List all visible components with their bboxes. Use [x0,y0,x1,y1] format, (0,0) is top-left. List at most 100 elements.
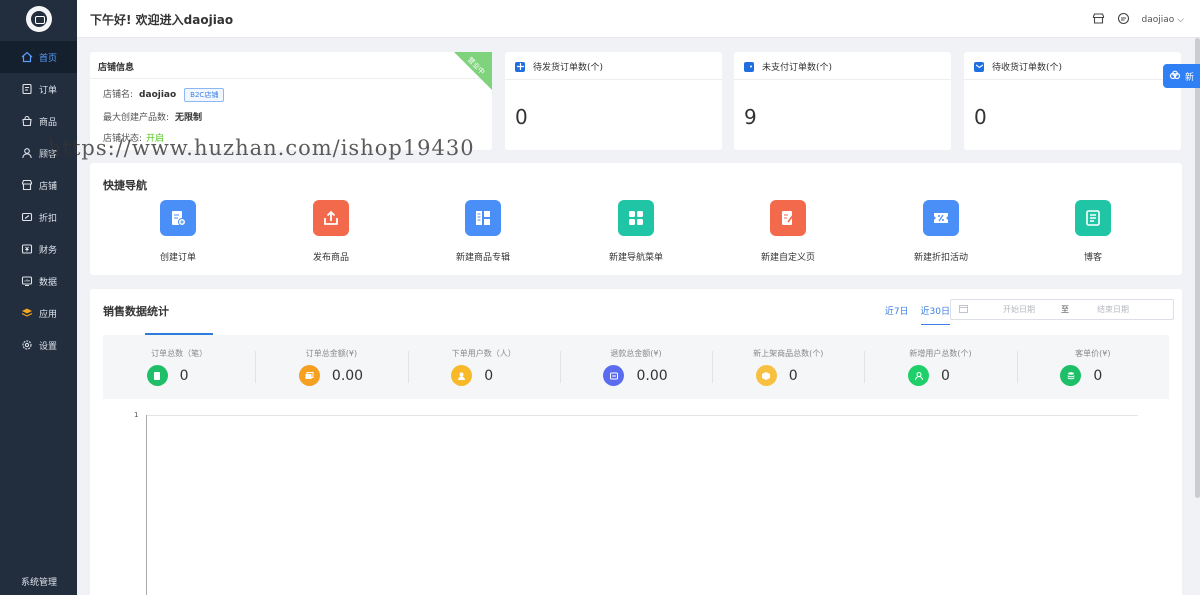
date-tabs: 近7日 近30日 [885,304,950,325]
metric-value: 0.00 [636,367,668,384]
metric-value: 0 [179,367,189,384]
floating-help-button[interactable]: 新 [1163,64,1200,88]
blog-icon [1075,200,1111,236]
quick-new-discount[interactable]: 新建折扣活动 [891,200,991,263]
logo-icon [31,11,47,27]
tab-7-days[interactable]: 近7日 [885,304,909,325]
sidebar-item-label: 商品 [39,117,58,128]
stat-card-unpaid[interactable]: 未支付订单数(个) 9 [734,52,951,150]
store-name-label: 店铺名: [103,90,134,100]
order-icon [21,83,33,95]
upload-icon [313,200,349,236]
floating-button-label: 新 [1185,72,1195,83]
metric-value: 0 [941,367,950,384]
store-name-row: 店铺名: daojiao B2C店铺 [103,87,225,102]
quick-nav-title: 快捷导航 [103,179,147,192]
sidebar-nav: 首页 订单 商品 顾客 店铺 折扣 财务 数据 应用 设置 [0,41,77,361]
sidebar-item-label: 设置 [39,341,58,352]
user-icon [21,147,33,159]
quick-nav-label: 发布商品 [312,253,349,263]
new-user-icon [908,365,930,386]
logo[interactable] [26,6,52,32]
sidebar-item-apps[interactable]: 应用 [0,297,77,329]
cloud-icon [1169,70,1181,83]
quick-blog[interactable]: 博客 [1043,200,1143,263]
quick-new-album[interactable]: 新建商品专辑 [433,200,533,263]
sidebar-item-order[interactable]: 订单 [0,73,77,105]
metrics-bar: 订单总数（笔） 0 订单总金额(¥) 0.00 下单用户数（人） 0 退款总金额… [103,335,1169,399]
sidebar-item-data[interactable]: 数据 [0,265,77,297]
store-name: daojiao [139,90,177,100]
chevron-down-icon: ⌵ [1177,15,1184,25]
metric-label: 客单价(¥) [1075,349,1111,358]
user-menu[interactable]: daojiao ⌵ [1142,15,1184,25]
username: daojiao [1141,15,1175,25]
quick-nav-label: 新建导航菜单 [608,253,663,263]
sidebar-item-home[interactable]: 首页 [0,41,77,73]
stat-value: 0 [974,105,987,129]
metric-label: 订单总金额(¥) [305,349,358,358]
sidebar-item-label: 应用 [39,309,58,320]
system-management-link[interactable]: 系统管理 [21,575,57,588]
stat-card-pending-shipment[interactable]: 待发货订单数(个) 0 [505,52,722,150]
sidebar-item-finance[interactable]: 财务 [0,233,77,265]
store-type-badge: B2C店铺 [184,88,225,102]
date-range-picker[interactable]: 开始日期 至 结束日期 [950,299,1174,320]
sidebar-item-discount[interactable]: 折扣 [0,201,77,233]
stat-card-pending-receipt[interactable]: 待收货订单数(个) 0 [964,52,1181,150]
chart-gridline [146,415,1138,416]
shipment-icon [515,61,525,72]
chat-icon[interactable] [1117,12,1130,28]
home-icon [21,51,33,63]
buyer-icon [451,365,473,386]
sidebar-item-label: 订单 [39,85,58,96]
sidebar-item-label: 财务 [39,245,58,256]
calendar-icon [959,304,969,315]
metric-order-amount: 订单总金额(¥) 0.00 [255,335,407,399]
metric-label: 退款总金额(¥) [610,349,662,358]
status-ribbon: 营业中 [454,52,492,90]
sidebar-item-label: 店铺 [39,181,58,192]
store-info-title: 店铺信息 [98,63,135,73]
sidebar: 首页 订单 商品 顾客 店铺 折扣 财务 数据 应用 设置 系统管理 [0,0,77,595]
top-bar: 下午好! 欢迎进入daojiao daojiao ⌵ [77,0,1200,38]
metric-new-users: 新增用户总数(个) 0 [864,335,1016,399]
sidebar-item-label: 折扣 [39,213,58,224]
metric-label: 新上架商品总数(个) [753,349,824,358]
sidebar-item-goods[interactable]: 商品 [0,105,77,137]
box-icon [755,365,777,386]
data-icon [21,275,33,287]
chart-y-axis [146,415,147,595]
tab-30-days[interactable]: 近30日 [920,304,950,325]
coupon-icon [21,211,33,223]
store-front-icon[interactable] [1092,12,1105,28]
gear-icon [21,339,33,351]
product-limit-row: 最大创建产品数: 无限制 [103,110,202,123]
sidebar-item-settings[interactable]: 设置 [0,329,77,361]
ribbon-label: 营业中 [465,55,487,77]
quick-new-custom-page[interactable]: 新建自定义页 [738,200,838,263]
metric-label: 订单总数（笔） [151,349,208,358]
stat-label: 未支付订单数(个) [762,63,833,73]
top-right-actions: daojiao ⌵ [1092,12,1184,28]
discount-icon [923,200,959,236]
quick-nav-label: 创建订单 [159,253,196,263]
scrollbar[interactable] [1195,38,1200,498]
album-icon [465,200,501,236]
quick-publish-goods[interactable]: 发布商品 [281,200,381,263]
stat-value: 0 [515,105,528,129]
end-date-input[interactable]: 结束日期 [1097,304,1129,315]
start-date-input[interactable]: 开始日期 [1003,304,1035,315]
app-icon [21,307,33,319]
metric-avg-order-price: 客单价(¥) 0 [1016,335,1169,399]
sidebar-item-label: 数据 [39,277,58,288]
quick-new-nav-menu[interactable]: 新建导航菜单 [586,200,686,263]
sidebar-item-store[interactable]: 店铺 [0,169,77,201]
quick-create-order[interactable]: 创建订单 [128,200,228,263]
create-order-icon [160,200,196,236]
quick-nav-label: 新建商品专辑 [455,253,510,263]
coins-icon [298,365,320,386]
sales-stats-title: 销售数据统计 [103,305,169,318]
metric-value: 0 [1093,367,1103,384]
finance-icon [21,243,33,255]
